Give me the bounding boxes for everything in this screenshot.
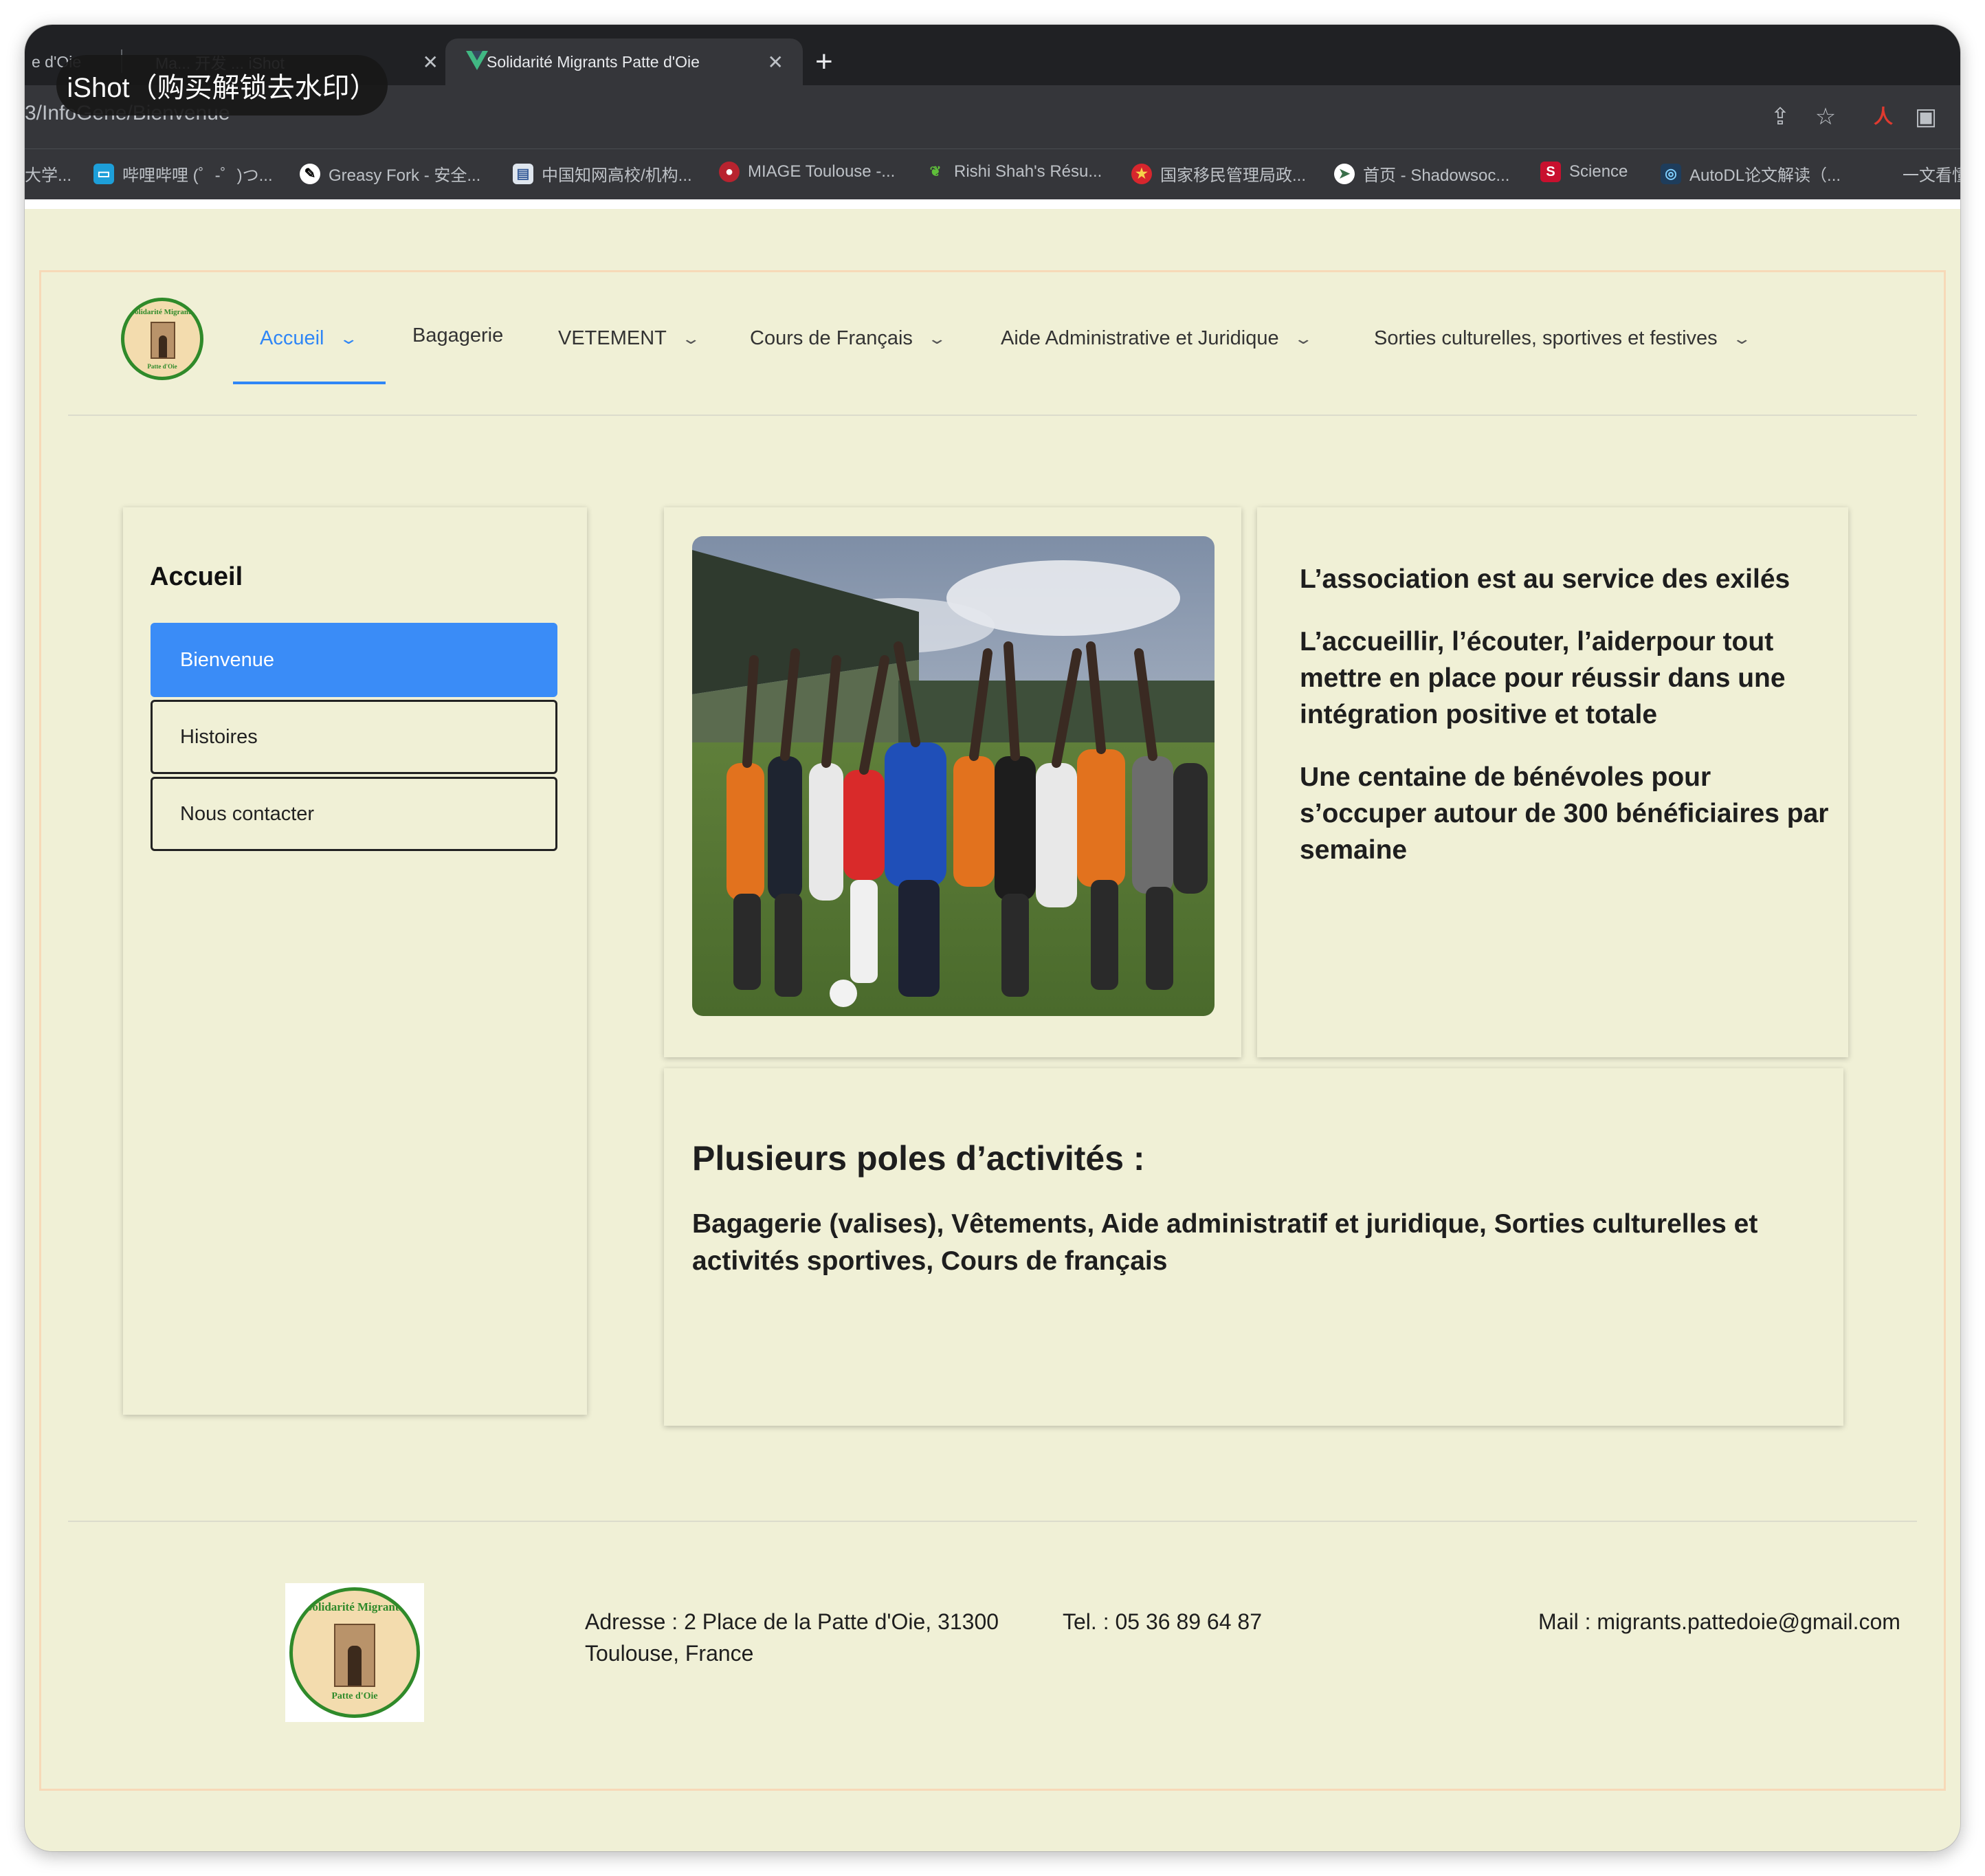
leaf-icon: ❦ — [929, 164, 942, 179]
nav-active-underline — [233, 382, 386, 384]
close-icon[interactable]: ✕ — [423, 51, 439, 74]
nav-label: Bagagerie — [412, 324, 504, 346]
site-logo[interactable]: Solidarité Migrants Patte d'Oie — [121, 298, 203, 380]
bookmark-item[interactable]: ➤ 首页 - Shadowsoc... — [1334, 162, 1509, 186]
nav-label: Accueil — [260, 327, 324, 349]
paper-plane-icon: ➤ — [1334, 163, 1355, 184]
bookmark-item[interactable]: ▭ 哔哩哔哩 (゜-゜)つ... — [93, 162, 273, 186]
poles-text: Bagagerie (valises), Vêtements, Aide adm… — [692, 1209, 1758, 1276]
cnki-icon: ▤ — [513, 163, 533, 184]
close-icon[interactable]: ✕ — [768, 51, 784, 74]
intro-paragraph: Une centaine de bénévoles pour s’occuper… — [1300, 762, 1829, 865]
footer-mail[interactable]: Mail : migrants.pattedoie@gmail.com — [1538, 1606, 1900, 1637]
pdf-extension-icon[interactable]: 人 — [1868, 102, 1898, 132]
nav-label: Aide Administrative et Juridique — [1001, 327, 1279, 349]
intro-text: L’association est au service des exilés … — [1300, 561, 1829, 894]
bookmark-item[interactable]: ✎ Greasy Fork - 安全... — [300, 162, 480, 186]
logo-building — [151, 322, 175, 359]
poles-title: Plusieurs poles d’activités : — [692, 1139, 1145, 1178]
nav-bagagerie[interactable]: Bagagerie — [412, 324, 503, 347]
ishot-watermark: iShot（购买解锁去水印） — [56, 55, 388, 115]
star-icon[interactable]: ☆ — [1810, 102, 1841, 132]
logo-bottom-text: Patte d'Oie — [331, 1691, 378, 1701]
sidebar-item-nous-contacter[interactable]: Nous contacter — [151, 777, 557, 851]
bookmark-item[interactable]: ❦ Rishi Shah's Résu... — [925, 162, 1102, 182]
nav-label: VETEMENT — [558, 327, 667, 349]
bookmark-item[interactable]: ▤ 中国知网高校/机构... — [513, 162, 692, 186]
chevron-down-icon: ⌄ — [1293, 329, 1313, 347]
browser-window: e d'Oie Ma... 开发 ... iShot ✕ Solidarité … — [25, 25, 1960, 1851]
logo-building — [334, 1624, 375, 1687]
nav-sorties[interactable]: Sorties culturelles, sportives et festiv… — [1374, 327, 1752, 350]
share-icon[interactable]: ⇪ — [1765, 102, 1795, 132]
bookmark-item[interactable]: 一文看懂 — [1903, 162, 1960, 186]
nav-aide-administrative[interactable]: Aide Administrative et Juridique ⌄ — [1001, 327, 1313, 350]
chevron-down-icon: ⌄ — [1731, 329, 1752, 347]
nav-divider — [68, 415, 1917, 416]
logo-bottom-text: Patte d'Oie — [147, 363, 177, 370]
chevron-down-icon: ⌄ — [927, 329, 947, 347]
emblem-icon: ★ — [1131, 163, 1152, 184]
nav-vetement[interactable]: VETEMENT ⌄ — [558, 327, 701, 350]
sidebar-item-label: Bienvenue — [180, 648, 275, 671]
chevron-down-icon: ⌄ — [337, 329, 359, 347]
chevron-down-icon: ⌄ — [680, 329, 701, 347]
bookmark-item[interactable]: S Science — [1540, 162, 1628, 182]
tab-title: Solidarité Migrants Patte d'Oie — [487, 52, 700, 71]
footer-divider — [68, 1521, 1917, 1522]
footer-tel: Tel. : 05 36 89 64 87 — [1063, 1609, 1262, 1634]
nav-cours-de-francais[interactable]: Cours de Français ⌄ — [750, 327, 947, 350]
intro-paragraph: L’accueillir, l’écouter, l’aiderpour tou… — [1300, 627, 1786, 729]
sidebar-item-label: Histoires — [180, 725, 258, 748]
logo-top-text: Solidarité Migrants — [131, 308, 194, 316]
bookmark-item[interactable]: ◎ AutoDL论文解读（... — [1661, 162, 1841, 186]
intro-paragraph: L’association est au service des exilés — [1300, 564, 1790, 594]
extension-icon[interactable]: ▣ — [1911, 102, 1941, 132]
nav-label: Cours de Français — [750, 327, 913, 349]
vue-icon — [466, 51, 488, 70]
nav-label: Sorties culturelles, sportives et festiv… — [1374, 327, 1718, 349]
bookmark-item[interactable]: ★ 国家移民管理局政... — [1131, 162, 1306, 186]
sidebar-item-label: Nous contacter — [180, 802, 315, 825]
bookmark-item[interactable]: 大学... — [25, 162, 71, 186]
sidebar-item-bienvenue[interactable]: Bienvenue — [151, 623, 557, 697]
autodl-icon: ◎ — [1661, 163, 1681, 184]
footer-logo-emblem: Solidarité Migrants Patte d'Oie — [289, 1587, 420, 1718]
sidebar-item-histoires[interactable]: Histoires — [151, 700, 557, 774]
science-icon: S — [1540, 162, 1561, 182]
logo-top-text: Solidarité Migrants — [305, 1600, 404, 1613]
miage-icon: ● — [719, 162, 740, 182]
page-top-strip — [25, 199, 1960, 209]
greasyfork-icon: ✎ — [300, 163, 320, 184]
new-tab-plus-icon[interactable]: + — [815, 41, 833, 82]
bookmark-item[interactable]: ● MIAGE Toulouse -... — [719, 162, 895, 182]
nav-accueil[interactable]: Accueil ⌄ — [260, 327, 358, 350]
bookmarks-bar: 大学... ▭ 哔哩哔哩 (゜-゜)つ... ✎ Greasy Fork - 安… — [25, 148, 1960, 200]
sidebar-title: Accueil — [150, 562, 243, 591]
team-photo — [692, 536, 1215, 1016]
bilibili-icon: ▭ — [93, 163, 114, 184]
footer-logo: Solidarité Migrants Patte d'Oie — [285, 1583, 424, 1722]
tab-active[interactable]: Solidarité Migrants Patte d'Oie ✕ — [445, 38, 803, 85]
footer-address: Adresse : 2 Place de la Patte d'Oie, 313… — [585, 1609, 999, 1666]
